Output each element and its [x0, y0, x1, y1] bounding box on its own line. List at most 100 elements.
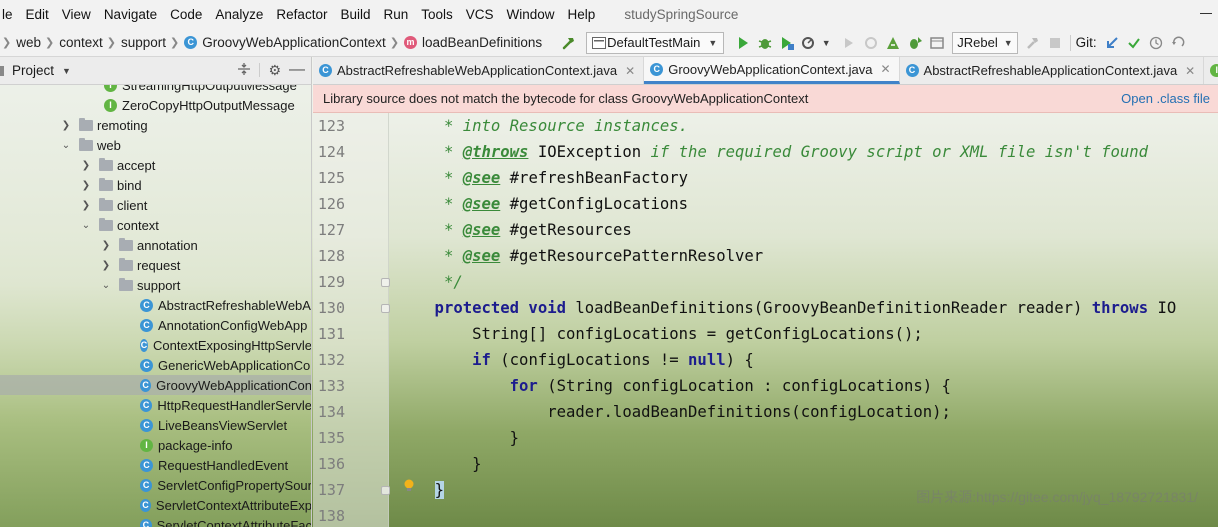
expand-arrow-icon[interactable]: ❯ [100, 260, 112, 271]
menu-analyze[interactable]: Analyze [209, 7, 270, 22]
close-icon[interactable]: ✕ [880, 62, 890, 76]
tree-item[interactable]: C HttpRequestHandlerServle [0, 395, 311, 415]
history-icon[interactable] [1145, 32, 1167, 54]
hide-panel-icon[interactable]: — [289, 61, 305, 79]
tree-item[interactable]: ⌄ web [0, 135, 311, 155]
attach-debugger-icon[interactable] [860, 32, 882, 54]
run-config-select[interactable]: DefaultTestMain ▼ [586, 31, 725, 54]
close-icon[interactable]: ✕ [625, 64, 635, 78]
tree-item[interactable]: C ServletConfigPropertySour [0, 475, 311, 495]
menu-edit[interactable]: Edit [20, 7, 56, 22]
breadcrumb-method[interactable]: loadBeanDefinitions [422, 35, 542, 50]
tab-groovy-web[interactable]: C GroovyWebApplicationContext.java ✕ [644, 57, 900, 84]
open-class-file-link[interactable]: Open .class file [1121, 91, 1210, 106]
project-panel-title[interactable]: Project [12, 63, 54, 78]
tree-item[interactable]: C AbstractRefreshableWebA [0, 295, 311, 315]
code-line[interactable]: * into Resource instances. [397, 113, 688, 139]
chevron-down-icon[interactable]: ▼ [820, 32, 832, 54]
code-editor[interactable]: 图片来源:https://gitee.com/jyq_18792721831/ … [313, 113, 1218, 527]
breadcrumb-context[interactable]: context [59, 35, 103, 50]
tree-item[interactable]: I ZeroCopyHttpOutputMessage [0, 95, 311, 115]
tree-item[interactable]: C ServletContextAttributeFac [0, 515, 311, 527]
menu-help[interactable]: Help [562, 7, 603, 22]
debug-icon[interactable] [754, 32, 776, 54]
collapse-arrow-icon[interactable]: ⌄ [100, 280, 112, 291]
breadcrumb-web[interactable]: web [16, 35, 41, 50]
code-line[interactable]: for (String configLocation : configLocat… [397, 373, 951, 399]
tree-item[interactable]: C ServletContextAttributeExp [0, 495, 311, 515]
fold-marker[interactable] [381, 486, 390, 495]
menu-view[interactable]: View [56, 7, 98, 22]
jrebel-debug-icon[interactable] [904, 32, 926, 54]
gear-icon[interactable]: ⚙ [268, 62, 281, 79]
tree-item[interactable]: C LiveBeansViewServlet [0, 415, 311, 435]
menu-refactor[interactable]: Refactor [270, 7, 334, 22]
code-line[interactable]: * @see #getResourcePatternResolver [397, 243, 763, 269]
menu-file[interactable]: le [0, 7, 20, 22]
tab-abstract-refreshable[interactable]: C AbstractRefreshableApplicationContext.… [900, 57, 1205, 84]
tree-item[interactable]: ❯ client [0, 195, 311, 215]
git-update-icon[interactable] [1101, 32, 1123, 54]
tree-item[interactable]: ❯ accept [0, 155, 311, 175]
menu-run[interactable]: Run [377, 7, 415, 22]
menu-build[interactable]: Build [334, 7, 377, 22]
tree-item[interactable]: ❯ bind [0, 175, 311, 195]
expand-arrow-icon[interactable]: ❯ [80, 160, 92, 171]
tree-item[interactable]: Ipackage-info [0, 435, 311, 455]
fold-marker[interactable] [381, 278, 390, 287]
code-line[interactable]: protected void loadBeanDefinitions(Groov… [397, 295, 1177, 321]
code-line[interactable]: reader.loadBeanDefinitions(configLocatio… [397, 399, 951, 425]
jrebel-run-icon[interactable] [882, 32, 904, 54]
expand-arrow-icon[interactable]: ❯ [100, 240, 112, 251]
collapse-arrow-icon[interactable]: ⌄ [60, 140, 72, 151]
fold-marker[interactable] [381, 304, 390, 313]
tree-item[interactable]: C RequestHandledEvent [0, 455, 311, 475]
tree-item[interactable]: C GroovyWebApplicationCon [0, 375, 311, 395]
menu-code[interactable]: Code [164, 7, 209, 22]
code-line[interactable]: if (configLocations != null) { [397, 347, 754, 373]
tree-item[interactable]: I StreamingHttpOutputMessage [0, 85, 311, 95]
code-line[interactable]: * @throws IOException if the required Gr… [397, 139, 1148, 165]
stop-icon[interactable] [1044, 32, 1066, 54]
chevron-down-icon[interactable]: ▼ [62, 66, 71, 76]
profile-icon[interactable] [798, 32, 820, 54]
git-commit-icon[interactable] [1123, 32, 1145, 54]
tree-item[interactable]: ❯ annotation [0, 235, 311, 255]
tree-item[interactable]: ⌄ context [0, 215, 311, 235]
breadcrumb-class[interactable]: GroovyWebApplicationContext [202, 35, 386, 50]
menu-vcs[interactable]: VCS [460, 7, 501, 22]
tree-item[interactable]: C AnnotationConfigWebApp [0, 315, 311, 335]
resume-icon[interactable] [838, 32, 860, 54]
code-line[interactable]: String[] configLocations = getConfigLoca… [397, 321, 923, 347]
code-line[interactable]: } [397, 451, 481, 477]
jrebel-select[interactable]: JRebel ▼ [952, 31, 1018, 54]
tree-item[interactable]: ❯ remoting [0, 115, 311, 135]
tree-item[interactable]: ⌄ support [0, 275, 311, 295]
run-icon[interactable] [732, 32, 754, 54]
expand-arrow-icon[interactable]: ❯ [60, 120, 72, 131]
tab-abstract-refreshable-web[interactable]: C AbstractRefreshableWebApplicationConte… [313, 57, 645, 84]
code-line[interactable]: * @see #refreshBeanFactory [397, 165, 688, 191]
close-icon[interactable]: ✕ [1185, 64, 1195, 78]
tab-overflow[interactable]: I G [1204, 57, 1218, 84]
expand-arrow-icon[interactable]: ❯ [80, 180, 92, 191]
collapse-arrow-icon[interactable]: ⌄ [80, 220, 92, 231]
code-line[interactable]: } [397, 477, 444, 503]
tree-item[interactable]: ❯ request [0, 255, 311, 275]
collapse-all-icon[interactable] [237, 62, 251, 79]
tree-item[interactable]: C ContextExposingHttpServle [0, 335, 311, 355]
code-line[interactable]: } [397, 425, 519, 451]
menu-navigate[interactable]: Navigate [98, 7, 164, 22]
menu-window[interactable]: Window [501, 7, 562, 22]
code-line[interactable]: */ [397, 269, 463, 295]
code-line[interactable]: * @see #getConfigLocations [397, 191, 688, 217]
hammer-disabled-icon[interactable] [1022, 32, 1044, 54]
tree-item[interactable]: C GenericWebApplicationCo [0, 355, 311, 375]
code-line[interactable]: * @see #getResources [397, 217, 632, 243]
expand-arrow-icon[interactable]: ❯ [80, 200, 92, 211]
minimize-icon[interactable] [1200, 13, 1212, 14]
run-coverage-icon[interactable] [776, 32, 798, 54]
jrebel-panel-icon[interactable] [926, 32, 948, 54]
rollback-icon[interactable] [1167, 32, 1189, 54]
breadcrumb-support[interactable]: support [121, 35, 166, 50]
